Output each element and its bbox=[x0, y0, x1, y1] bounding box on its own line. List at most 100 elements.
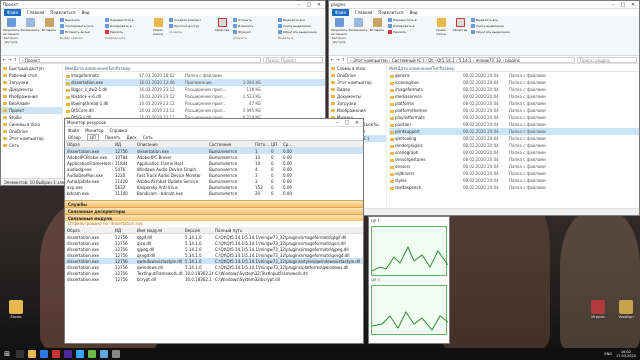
copy-to-button[interactable]: Копировать в bbox=[105, 24, 147, 28]
column-header[interactable]: Имя bbox=[65, 66, 73, 71]
nav-item[interactable]: Сеть bbox=[1, 142, 62, 149]
photoshop-taskbar-icon[interactable] bbox=[76, 350, 84, 358]
pin-button[interactable]: Закрепить на панели быстрого доступа bbox=[331, 18, 347, 53]
list-item[interactable]: sensorgestures 08.02.2020 20:04 Папка с фа… bbox=[389, 156, 639, 163]
list-item[interactable]: libgcc_s_dw2-1.dll 16.03.2019 23:12 Расшир… bbox=[65, 86, 325, 93]
back-icon[interactable]: ← bbox=[331, 57, 334, 62]
select-none-button[interactable]: Снять выделение bbox=[471, 24, 513, 28]
nav-item[interactable]: Схемы в Visio bbox=[329, 65, 386, 72]
services-section[interactable]: Службы bbox=[65, 200, 363, 207]
minimize-icon[interactable]: – bbox=[295, 2, 303, 8]
monitor-tab[interactable]: Память bbox=[105, 135, 121, 140]
copy-path-button[interactable]: Скопировать путь bbox=[60, 24, 102, 28]
premiere-taskbar-icon[interactable] bbox=[64, 350, 72, 358]
list-item[interactable]: qmltooling 08.02.2020 20:04 Папка с файлам… bbox=[389, 135, 639, 142]
delete-button[interactable]: Удалить bbox=[105, 30, 147, 34]
monitor-tab[interactable]: Сеть bbox=[143, 135, 153, 140]
column-header[interactable]: Описание bbox=[135, 142, 207, 147]
nav-item[interactable]: Быстрый доступ bbox=[1, 65, 62, 72]
close-icon[interactable]: ✕ bbox=[315, 2, 323, 8]
list-item[interactable]: iconengines 08.02.2020 20:04 Папка с файла… bbox=[389, 79, 639, 86]
table-row[interactable]: dissertation.exe 12756 qwindows.dll 5.14.1.… bbox=[65, 264, 363, 270]
nav-item[interactable]: Загрузки bbox=[329, 100, 386, 107]
paste-button[interactable]: Вставить bbox=[369, 18, 385, 53]
column-header[interactable]: Тип bbox=[432, 66, 440, 71]
column-header[interactable]: Дата изменения bbox=[397, 66, 432, 71]
properties-button[interactable]: Свойства bbox=[214, 18, 230, 53]
nav-item[interactable]: Документы bbox=[329, 93, 386, 100]
list-item[interactable]: position 08.02.2020 20:04 Папка с файлами bbox=[389, 121, 639, 128]
column-header[interactable]: Версия bbox=[183, 228, 213, 233]
table-row[interactable]: dissertation.exe 12756 TextInputFramework.… bbox=[65, 270, 363, 276]
nav-item[interactable]: Проект bbox=[1, 107, 62, 114]
column-header[interactable]: Образ bbox=[65, 142, 113, 147]
tab-view[interactable]: Вид bbox=[409, 10, 417, 15]
column-header[interactable]: Пото... bbox=[253, 142, 269, 147]
tab-file[interactable]: Файл bbox=[332, 9, 350, 16]
monitor-tab[interactable]: ЦП bbox=[86, 133, 99, 141]
list-item[interactable]: sqldrivers 08.02.2020 20:04 Папка с файлам… bbox=[389, 170, 639, 177]
explorer-taskbar-icon[interactable] bbox=[28, 350, 36, 358]
nav-item[interactable]: OneDrive bbox=[329, 72, 386, 79]
table-row[interactable]: dissertation.exe 12756 qwindowsvistastyle.… bbox=[65, 258, 363, 264]
list-item[interactable]: playlistformats 08.02.2020 20:04 Папка с ф… bbox=[389, 114, 639, 121]
close-icon[interactable]: ✕ bbox=[629, 2, 637, 8]
menu-item[interactable]: Справка bbox=[110, 128, 128, 133]
desktop-icon[interactable]: Studio bbox=[4, 300, 28, 319]
nav-item[interactable]: Видео bbox=[329, 86, 386, 93]
new-folder-button[interactable]: Новая папка bbox=[150, 18, 166, 53]
nav-item[interactable]: Studio bbox=[1, 114, 62, 121]
tab-view[interactable]: Вид bbox=[81, 10, 89, 15]
nav-item[interactable]: OneDrive bbox=[1, 128, 62, 135]
cut-button[interactable]: Вырезать bbox=[60, 18, 102, 22]
column-header[interactable]: ИД bbox=[113, 228, 135, 233]
minimize-icon[interactable]: – bbox=[333, 120, 341, 126]
up-icon[interactable]: ↑ bbox=[14, 57, 17, 62]
table-row[interactable]: dissertation.exe 12756 qico.dll 5.14.1.0 C:\… bbox=[65, 240, 363, 246]
new-item-button[interactable]: Создать элемент bbox=[169, 18, 211, 22]
delete-button[interactable]: Удалить bbox=[388, 30, 430, 34]
forward-icon[interactable]: → bbox=[8, 57, 11, 62]
list-item[interactable]: platformthemes 08.02.2020 20:04 Папка с фа… bbox=[389, 107, 639, 114]
forward-icon[interactable]: → bbox=[336, 57, 339, 62]
menu-item[interactable]: Файл bbox=[68, 128, 79, 133]
close-icon[interactable]: ✕ bbox=[353, 120, 361, 126]
maximize-icon[interactable]: □ bbox=[305, 2, 313, 8]
tab-home[interactable]: Главная bbox=[27, 10, 44, 15]
search-input[interactable]: Поиск: plugins bbox=[577, 56, 637, 63]
desktop-icon[interactable]: VeoAlign bbox=[614, 300, 638, 319]
column-header[interactable]: Имя bbox=[389, 66, 397, 71]
nav-item[interactable]: Изображения bbox=[1, 93, 62, 100]
edit-button[interactable]: Изменить bbox=[233, 24, 275, 28]
paste-shortcut-button[interactable]: Вставить ярлык bbox=[60, 30, 102, 34]
search-input[interactable]: Поиск: Проект bbox=[263, 56, 323, 63]
table-row[interactable]: dissertation.exe 12756 qsvgd.dll 5.14.1.0 C:… bbox=[65, 252, 363, 258]
new-folder-button[interactable]: Новая папка bbox=[433, 18, 449, 53]
monitor-tab[interactable]: Диск bbox=[126, 135, 136, 140]
list-item[interactable]: styles 08.02.2020 20:04 Папка с файлами bbox=[389, 177, 639, 184]
move-button[interactable]: Переместить в bbox=[105, 18, 147, 22]
list-item[interactable]: platforms 08.02.2020 20:04 Папка с файлами bbox=[389, 100, 639, 107]
table-row[interactable]: dissertation.exe 12756 qtgif.dll 5.14.1.0 C:… bbox=[65, 234, 363, 240]
list-item[interactable]: imageformats 17.03.2020 18:02 Папка с файл… bbox=[65, 72, 325, 79]
minimize-icon[interactable]: – bbox=[609, 2, 617, 8]
list-item[interactable]: printsupport 08.02.2020 20:04 Папка с файл… bbox=[389, 128, 639, 135]
column-header[interactable]: Ср... bbox=[281, 142, 297, 147]
tab-share[interactable]: Поделиться bbox=[378, 10, 403, 15]
list-item[interactable]: libstdc++-6.dll 16.03.2019 23:12 Расширени… bbox=[65, 93, 325, 100]
qt-creator-taskbar-icon[interactable] bbox=[88, 350, 96, 358]
desktop-icon[interactable]: Игрули bbox=[586, 300, 610, 319]
path-field[interactable]: › Этот компьютер › Системный (C:) › Qt ›… bbox=[347, 56, 575, 63]
modules-section[interactable]: Связанные модули bbox=[65, 214, 363, 221]
list-item[interactable]: renderplugins 08.02.2020 20:04 Папка с фай… bbox=[389, 142, 639, 149]
column-header[interactable]: Размер bbox=[116, 66, 131, 71]
list-item[interactable]: sensors 08.02.2020 20:04 Папка с файлами bbox=[389, 163, 639, 170]
maximize-icon[interactable]: □ bbox=[619, 2, 627, 8]
properties-button[interactable]: Свойства bbox=[452, 18, 468, 53]
select-all-button[interactable]: Выделить все bbox=[278, 18, 320, 22]
list-item[interactable]: imageformats 08.02.2020 20:04 Папка с файл… bbox=[389, 86, 639, 93]
nav-item[interactable]: Загрузки bbox=[1, 79, 62, 86]
nav-item[interactable]: Синемы в Visio bbox=[1, 121, 62, 128]
up-icon[interactable]: ↑ bbox=[342, 57, 345, 62]
column-header[interactable]: Тип bbox=[108, 66, 116, 71]
